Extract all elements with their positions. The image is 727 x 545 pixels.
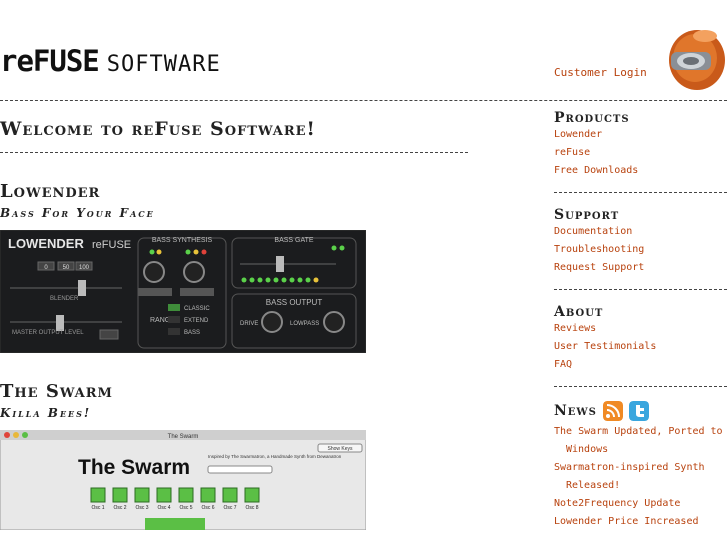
osc-label: Osc 4 (157, 505, 170, 511)
range-classic-button[interactable] (168, 304, 180, 311)
news-link[interactable]: The Swarm Updated, Ported to Windows (554, 423, 727, 459)
twitter-icon[interactable] (628, 401, 649, 421)
news-link[interactable]: Note2Frequency Update (554, 495, 727, 513)
page-title: Welcome to reFuse Software! (0, 118, 316, 140)
product-tagline-lowender: Bass For Your Face (0, 206, 155, 220)
range-extend-button[interactable] (168, 316, 180, 323)
osc-label: Osc 8 (245, 505, 258, 511)
preset-2: 100 (79, 265, 90, 271)
swarm-window-title: The Swarm (168, 434, 199, 440)
logo-main: reFUSE (0, 44, 100, 78)
synth-label: BASS SYNTHESIS (152, 237, 213, 244)
master-label: MASTER OUTPUT LEVEL (12, 330, 84, 336)
site-header: reFUSE SOFTWARE Customer Login (0, 0, 727, 100)
sidebar-products: Products Lowender reFuse Free Downloads (554, 110, 727, 180)
synth-knob-1[interactable] (143, 261, 165, 283)
product-title-lowender[interactable]: Lowender (0, 181, 470, 202)
preset-1: 50 (63, 265, 70, 271)
sidebar: Products Lowender reFuse Free Downloads … (554, 110, 727, 531)
news-heading-row: News (554, 401, 727, 421)
rss-icon[interactable] (602, 401, 623, 421)
lowender-screenshot[interactable]: LOWENDER reFUSE 0 50 100 BLENDER MASTER … (0, 230, 366, 353)
range-option-0: CLASSIC (184, 306, 210, 312)
sidebar-news: News The Swarm Updated, Ported to Window… (554, 401, 727, 531)
lowender-brand: LOWENDER (8, 236, 84, 251)
sidebar-link-reviews[interactable]: Reviews (554, 320, 727, 338)
sidebar-support: Support Documentation Troubleshooting Re… (554, 207, 727, 277)
lowpass-label: LOWPASS (290, 321, 319, 327)
blender-label: BLENDER (50, 296, 79, 302)
title-divider (0, 152, 468, 153)
gate-slider[interactable] (276, 256, 284, 272)
news-link[interactable]: Lowender Price Increased (554, 513, 727, 531)
output-label: BASS OUTPUT (266, 298, 323, 307)
range-option-2: BASS (184, 330, 200, 336)
blender-slider[interactable] (78, 280, 86, 296)
osc-label: Osc 3 (135, 505, 148, 511)
sidebar-heading-products: Products (554, 110, 630, 126)
range-option-1: EXTEND (184, 318, 209, 324)
lowender-maker: reFUSE (92, 239, 131, 251)
header-divider (0, 100, 727, 101)
sidebar-link-faq[interactable]: FAQ (554, 356, 727, 374)
sidebar-link-documentation[interactable]: Documentation (554, 223, 727, 241)
product-tagline-the-swarm: Killa Bees! (0, 406, 92, 420)
main-content: Welcome to reFuse Software! Lowender Bas… (0, 110, 470, 530)
sidebar-link-lowender[interactable]: Lowender (554, 126, 727, 144)
lowpass-knob[interactable] (323, 311, 345, 333)
sidebar-heading-news: News (554, 403, 597, 419)
sidebar-link-request-support[interactable]: Request Support (554, 259, 727, 277)
sidebar-divider (554, 289, 727, 290)
osc-label: Osc 5 (179, 505, 192, 511)
master-slider[interactable] (56, 315, 64, 331)
sidebar-divider (554, 386, 727, 387)
product-title-the-swarm[interactable]: The Swarm (0, 381, 470, 402)
swarm-credit: Inspired by The Swarmatron, a Handmade S… (208, 454, 342, 459)
the-swarm-screenshot[interactable]: The Swarm The Swarm Inspired by The Swar… (0, 430, 366, 530)
osc-label: Osc 1 (91, 505, 104, 511)
drive-knob[interactable] (261, 311, 283, 333)
osc-label: Osc 2 (113, 505, 126, 511)
knob-logo-image (669, 30, 725, 90)
news-link[interactable]: Swarmatron-inspired Synth Released! (554, 459, 727, 495)
sidebar-heading-support: Support (554, 207, 620, 223)
swarm-app-title: The Swarm (78, 456, 190, 479)
sidebar-link-free-downloads[interactable]: Free Downloads (554, 162, 727, 180)
sidebar-heading-about: About (554, 304, 604, 320)
logo-sub: SOFTWARE (106, 52, 221, 77)
sidebar-about: About Reviews User Testimonials FAQ (554, 304, 727, 374)
drive-label: DRIVE (240, 321, 258, 327)
osc-label: Osc 6 (201, 505, 214, 511)
sidebar-link-troubleshooting[interactable]: Troubleshooting (554, 241, 727, 259)
sidebar-divider (554, 192, 727, 193)
sidebar-link-refuse[interactable]: reFuse (554, 144, 727, 162)
show-keys-label: Show Keys (327, 446, 353, 452)
range-bass-button[interactable] (168, 328, 180, 335)
site-logo[interactable]: reFUSE SOFTWARE (0, 44, 221, 78)
sidebar-link-user-testimonials[interactable]: User Testimonials (554, 338, 727, 356)
customer-login-link[interactable]: Customer Login (554, 66, 647, 79)
osc-label: Osc 7 (223, 505, 236, 511)
gate-label: BASS GATE (274, 237, 313, 244)
synth-knob-2[interactable] (183, 261, 205, 283)
